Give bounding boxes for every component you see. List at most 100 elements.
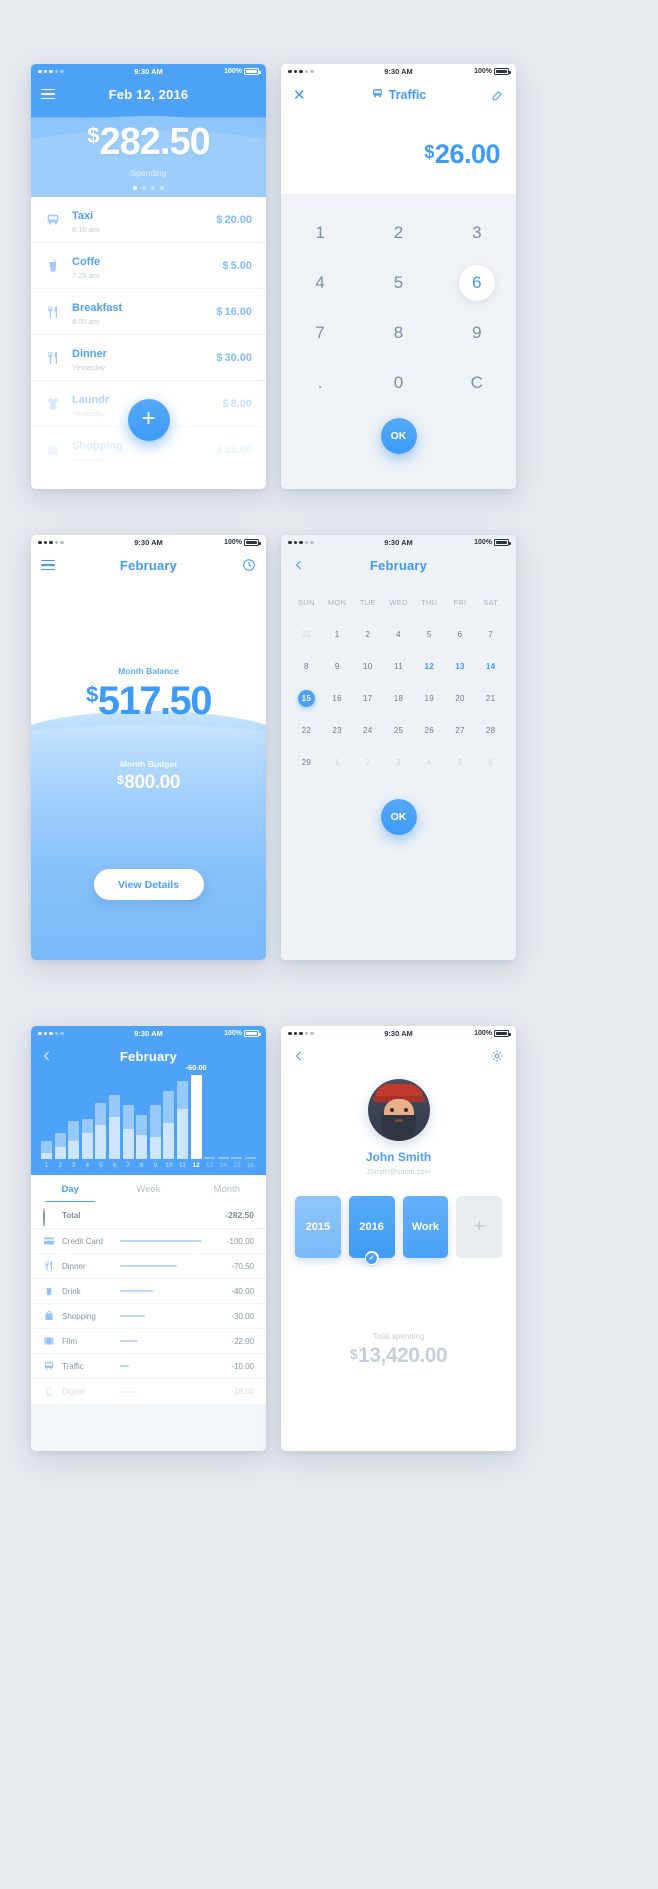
calendar-day[interactable]: 2: [352, 747, 383, 779]
chart-bar-highlighted[interactable]: -60.00: [185, 1063, 207, 1159]
calendar-day[interactable]: 11: [383, 651, 414, 683]
calendar-day[interactable]: 22: [291, 715, 322, 747]
calendar-day[interactable]: 26: [414, 715, 445, 747]
chart-bar[interactable]: [108, 1095, 121, 1159]
calendar-day[interactable]: 23: [322, 715, 353, 747]
chart-bar[interactable]: [176, 1081, 189, 1159]
calendar-day[interactable]: 21: [475, 683, 506, 715]
calendar-day[interactable]: 3: [383, 747, 414, 779]
key-2[interactable]: 2: [359, 208, 437, 258]
calendar-day[interactable]: 19: [414, 683, 445, 715]
key-5[interactable]: 5: [359, 258, 437, 308]
calendar-day[interactable]: 4: [414, 747, 445, 779]
key-4[interactable]: 4: [281, 258, 359, 308]
chart-bar[interactable]: [217, 1157, 229, 1159]
menu-button[interactable]: [41, 88, 55, 100]
chart-bar[interactable]: [231, 1157, 243, 1159]
table-row[interactable]: Taxi 8:10 am $20.00: [31, 197, 266, 243]
calendar-day[interactable]: 5: [414, 619, 445, 651]
calendar-day[interactable]: 1: [322, 619, 353, 651]
add-transaction-button[interactable]: +: [127, 399, 170, 441]
calendar-day[interactable]: 6: [445, 619, 476, 651]
add-account-card[interactable]: +: [456, 1196, 502, 1258]
calendar-day[interactable]: 8: [291, 651, 322, 683]
calendar-day[interactable]: 13: [445, 651, 476, 683]
back-button[interactable]: [293, 1049, 305, 1063]
tab-day[interactable]: Day: [31, 1175, 109, 1202]
list-item[interactable]: Drink -40.00: [31, 1279, 266, 1304]
menu-button[interactable]: [41, 559, 55, 571]
chart-bar[interactable]: [163, 1091, 175, 1159]
calendar-day[interactable]: 25: [383, 715, 414, 747]
history-button[interactable]: [242, 558, 256, 572]
calendar-day[interactable]: 17: [352, 683, 383, 715]
list-item[interactable]: Credit Card -100.00: [31, 1229, 266, 1254]
calendar-day[interactable]: 9: [322, 651, 353, 683]
category-label: Traffic: [388, 88, 427, 102]
table-row[interactable]: Coffe 7:25 am $5.00: [31, 243, 266, 289]
tab-month[interactable]: Month: [188, 1175, 266, 1202]
key-1[interactable]: 1: [281, 208, 359, 258]
calendar-day[interactable]: 29: [291, 747, 322, 779]
calendar-day[interactable]: 27: [445, 715, 476, 747]
calendar-day[interactable]: 18: [383, 683, 414, 715]
ok-button[interactable]: OK: [380, 798, 417, 835]
chart-bar[interactable]: [149, 1105, 161, 1159]
x-tick: 7: [126, 1162, 130, 1169]
tab-week[interactable]: Week: [109, 1175, 187, 1202]
calendar-day[interactable]: 24: [352, 715, 383, 747]
calendar-day[interactable]: 16: [322, 683, 353, 715]
list-item[interactable]: Total -282.50: [31, 1202, 266, 1229]
calendar-day[interactable]: 2: [352, 619, 383, 651]
calendar-day[interactable]: 1: [322, 747, 353, 779]
page-indicator[interactable]: [31, 186, 266, 190]
table-row[interactable]: Dinner Yesterday $30.00: [31, 335, 266, 381]
calendar-day[interactable]: 31: [291, 619, 322, 651]
key-3[interactable]: 3: [438, 208, 516, 258]
key-decimal[interactable]: .: [281, 358, 359, 408]
calendar-day[interactable]: 4: [383, 619, 414, 651]
calendar-day[interactable]: 20: [445, 683, 476, 715]
back-button[interactable]: [41, 1049, 53, 1063]
screen3-navbar: February: [31, 550, 266, 580]
list-item[interactable]: Dinner -70.50: [31, 1254, 266, 1279]
calendar-day[interactable]: 10: [352, 651, 383, 683]
x-tick: 3: [71, 1162, 76, 1169]
list-item[interactable]: Digital -18.00: [31, 1379, 266, 1404]
settings-button[interactable]: [490, 1049, 504, 1063]
chart-bar[interactable]: [244, 1157, 256, 1159]
table-row[interactable]: Breakfast 8:00 am $16.00: [31, 289, 266, 335]
chart-bar[interactable]: [136, 1115, 148, 1159]
calendar-day[interactable]: 28: [475, 715, 506, 747]
chart-bar[interactable]: [204, 1157, 216, 1159]
account-card-2016-selected[interactable]: 2016 ✓: [348, 1196, 395, 1265]
calendar-day[interactable]: 5: [445, 747, 476, 779]
list-item[interactable]: Traffic -10.00: [31, 1354, 266, 1379]
list-item[interactable]: Shopping -30.00: [31, 1304, 266, 1329]
ok-button[interactable]: OK: [380, 418, 417, 454]
list-item[interactable]: Film -22.00: [31, 1329, 266, 1354]
calendar-day[interactable]: 7: [475, 619, 506, 651]
key-8[interactable]: 8: [359, 308, 437, 358]
chart-bar[interactable]: [81, 1119, 93, 1159]
account-card-2015[interactable]: 2015: [295, 1196, 341, 1258]
chart-bar[interactable]: [122, 1105, 134, 1159]
calendar-day[interactable]: 12: [414, 651, 445, 683]
key-7[interactable]: 7: [281, 308, 359, 358]
chart-bar[interactable]: [68, 1121, 80, 1159]
calendar-day[interactable]: 6: [475, 747, 506, 779]
calendar-day[interactable]: 14: [475, 651, 506, 683]
chart-bar[interactable]: [95, 1103, 107, 1159]
close-button[interactable]: ✕: [293, 88, 306, 103]
key-9[interactable]: 9: [438, 308, 516, 358]
back-button[interactable]: [293, 558, 305, 572]
account-card-work[interactable]: Work: [402, 1196, 449, 1258]
key-0[interactable]: 0: [359, 358, 437, 408]
key-6-selected[interactable]: 6: [438, 258, 516, 308]
chart-bar[interactable]: [54, 1133, 66, 1159]
view-details-button[interactable]: View Details: [93, 869, 204, 900]
key-clear[interactable]: C: [438, 358, 516, 408]
edit-button[interactable]: [491, 89, 504, 102]
chart-bar[interactable]: [41, 1141, 53, 1159]
calendar-day-selected[interactable]: 15: [291, 683, 322, 715]
